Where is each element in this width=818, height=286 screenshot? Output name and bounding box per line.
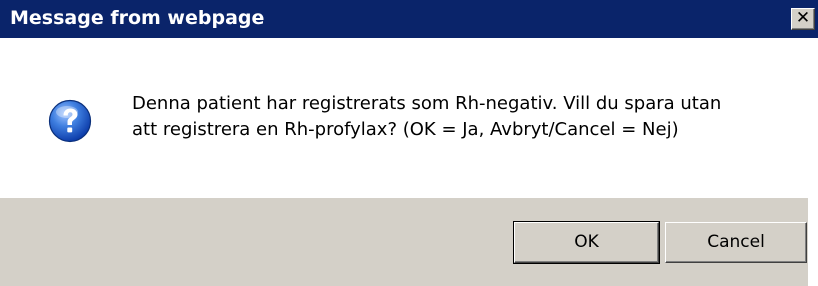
dialog-footer: OK Cancel — [0, 198, 818, 286]
window-edge — [808, 38, 818, 286]
ok-button[interactable]: OK — [513, 221, 660, 264]
message-dialog: Message from webpage ✕ Denna patient har… — [0, 0, 818, 286]
dialog-message: Denna patient har registrerats som Rh-ne… — [132, 91, 802, 143]
message-line-2: att registrera en Rh-profylax? (OK = Ja,… — [132, 119, 679, 140]
title-bar[interactable]: Message from webpage ✕ — [0, 0, 818, 38]
question-icon — [48, 99, 92, 143]
message-line-1: Denna patient har registrerats som Rh-ne… — [132, 93, 722, 114]
cancel-button[interactable]: Cancel — [665, 222, 807, 263]
dialog-title: Message from webpage — [10, 7, 265, 29]
dialog-content: Denna patient har registrerats som Rh-ne… — [0, 38, 818, 198]
close-button[interactable]: ✕ — [791, 8, 815, 30]
close-icon: ✕ — [795, 8, 811, 28]
